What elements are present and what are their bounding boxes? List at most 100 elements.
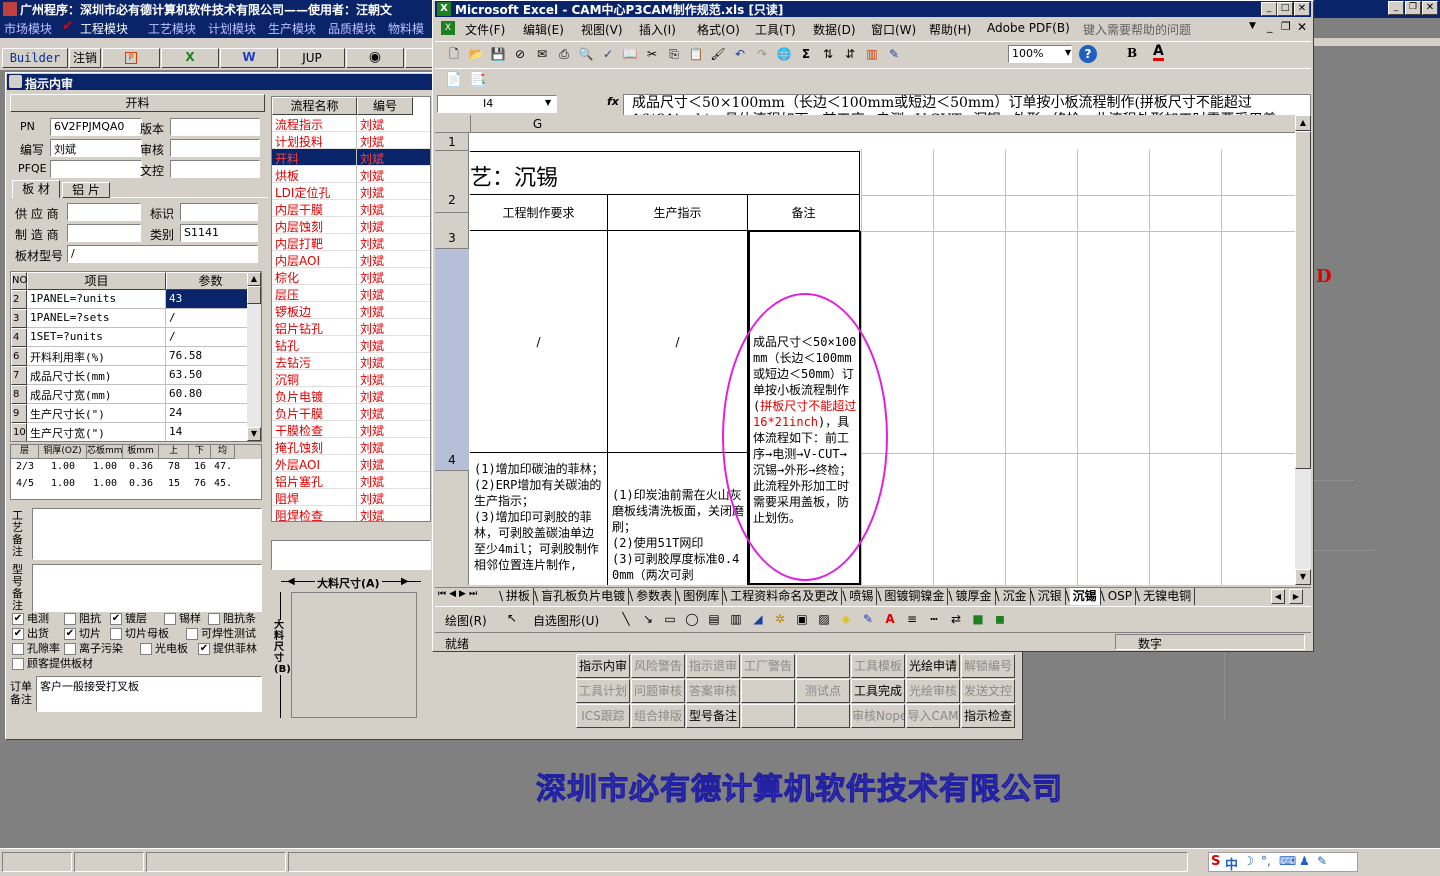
ime-lang[interactable]: 中 (1225, 854, 1238, 873)
sheet-tab[interactable]: 图例库 (680, 588, 724, 605)
params-row-value[interactable]: / (166, 309, 247, 328)
params-row-item[interactable]: 生产尺寸宽(") (27, 423, 166, 441)
action-button[interactable] (796, 654, 850, 678)
flow-row-no[interactable]: 刘斌 (357, 506, 430, 521)
action-button[interactable]: 审核Nope (851, 704, 905, 728)
flow-row-no[interactable]: 刘斌 (357, 268, 430, 285)
supplier-field[interactable] (67, 203, 141, 221)
flow-row-name[interactable]: 流程指示 (272, 115, 357, 132)
row-3-header[interactable]: 3 (435, 213, 469, 249)
checkbox-icon[interactable] (12, 658, 24, 670)
action-button[interactable] (796, 704, 850, 728)
flow-row-name[interactable]: 阻焊 (272, 489, 357, 506)
checkbox-icon[interactable] (186, 628, 198, 640)
flow-row-name[interactable]: 铝片塞孔 (272, 472, 357, 489)
zoom-box[interactable]: 100% (1008, 45, 1072, 63)
spelling-icon[interactable]: ✓ (600, 46, 616, 62)
checkbox-icon[interactable] (164, 613, 176, 625)
sheet-tab[interactable]: 镀厚金 (952, 588, 996, 605)
flow-row-name[interactable]: 负片电镀 (272, 387, 357, 404)
flow-row-name[interactable]: 开料 (272, 149, 357, 166)
excel-menu-item[interactable]: 文件(F) (465, 21, 505, 38)
drawing-font-color-icon[interactable]: A (882, 611, 898, 627)
line-icon[interactable]: ╲ (618, 611, 634, 627)
dash-style-icon[interactable]: ┅ (926, 611, 942, 627)
params-row-value[interactable]: 24 (166, 404, 247, 423)
action-button[interactable]: 问题审核 (631, 679, 685, 703)
flow-row-no[interactable]: 刘斌 (357, 353, 430, 370)
arrow-style-icon[interactable]: ⇄ (948, 611, 964, 627)
flow-row-no[interactable]: 刘斌 (357, 319, 430, 336)
pdf-email-icon[interactable]: 📑 (469, 72, 486, 88)
excel-menu-item[interactable]: Adobe PDF(B) (987, 21, 1070, 35)
rectangle-icon[interactable]: ▭ (662, 611, 678, 627)
builder-button[interactable]: Builder (2, 48, 68, 68)
flow-row-name[interactable]: 干膜检查 (272, 421, 357, 438)
layers-cell[interactable]: 78 (159, 459, 189, 476)
flow-row-name[interactable]: 内层AOI (272, 251, 357, 268)
action-button[interactable]: 解锁编号 (961, 654, 1015, 678)
menu-craft[interactable]: 工艺模块 (148, 20, 196, 37)
action-button[interactable]: 工具完成 (851, 679, 905, 703)
flow-row-no[interactable]: 刘斌 (357, 421, 430, 438)
excel-maximize-icon[interactable]: □ (1277, 2, 1293, 16)
check-option[interactable]: ✔ 提供菲林 (198, 642, 257, 656)
close-icon[interactable]: ✕ (1422, 1, 1438, 15)
params-row-item[interactable]: 1SET=?units (27, 328, 166, 347)
namebox-dropdown-icon[interactable]: ▼ (545, 98, 551, 107)
flow-row-no[interactable]: 刘斌 (357, 387, 430, 404)
flow-row-no[interactable]: 刘斌 (357, 472, 430, 489)
flow-row-no[interactable]: 刘斌 (357, 336, 430, 353)
flow-row-no[interactable]: 刘斌 (357, 234, 430, 251)
flow-row-name[interactable]: LDI定位孔 (272, 183, 357, 200)
excel-doc-icon[interactable]: X (441, 21, 455, 35)
editor-field[interactable]: 刘斌 (50, 139, 142, 157)
excel-close-icon[interactable]: ✕ (1294, 2, 1310, 16)
pdf-icon[interactable]: 📄 (445, 72, 462, 88)
layers-cell[interactable]: 16 (189, 459, 211, 476)
help-dropdown-icon[interactable]: ▼ (1249, 21, 1256, 31)
check-option[interactable]: 孔隙率 (12, 642, 60, 656)
extra-button[interactable] (405, 48, 433, 68)
undo-icon[interactable]: ↶ (732, 46, 748, 62)
version-field[interactable] (170, 118, 260, 136)
wrench-icon[interactable]: ✎ (1317, 854, 1327, 868)
sheet-tab[interactable]: 图镀铜镍金 (881, 588, 949, 605)
flow-row-no[interactable]: 刘斌 (357, 251, 430, 268)
logout-button[interactable]: 注销 (69, 48, 101, 68)
hscroll-left-icon[interactable]: ◀ (1271, 589, 1285, 604)
tab-nav-icons[interactable]: ⏮◀▶⏭ (438, 589, 480, 599)
review-field[interactable] (170, 139, 260, 157)
wordart-icon[interactable]: ◢ (750, 611, 766, 627)
params-row-value[interactable]: 60.80 (166, 385, 247, 404)
flow-row-name[interactable]: 外层AOI (272, 455, 357, 472)
header-prod[interactable]: 生产指示 (608, 195, 748, 231)
email-icon[interactable]: ✉ (534, 46, 550, 62)
excel-menu-item[interactable]: 窗口(W) (871, 21, 916, 38)
flow-row-no[interactable]: 刘斌 (357, 149, 430, 166)
autoshape-menu[interactable]: 自选图形(U) (533, 612, 599, 629)
flow-row-name[interactable]: 计划投料 (272, 132, 357, 149)
flow-row-no[interactable]: 刘斌 (357, 166, 430, 183)
oval-icon[interactable]: ◯ (684, 611, 700, 627)
new-icon[interactable]: 🗋 (446, 46, 462, 62)
chart-icon[interactable]: ▥ (864, 46, 880, 62)
excel-button[interactable]: X (161, 48, 219, 68)
vertical-textbox-icon[interactable]: ▥ (728, 611, 744, 627)
action-button[interactable]: 工具计划 (576, 679, 630, 703)
print-icon[interactable]: ⎙ (556, 46, 572, 62)
tab-board[interactable]: 板 材 (12, 180, 60, 198)
fill-color-icon[interactable]: ◈ (838, 611, 854, 627)
help-box[interactable]: 键入需要帮助的问题 (1083, 21, 1191, 38)
excel-menu-item[interactable]: 工具(T) (755, 21, 796, 38)
checkbox-icon[interactable] (208, 613, 220, 625)
layers-cell[interactable]: 47. (211, 459, 235, 476)
layers-cell[interactable]: 0.36 (123, 476, 159, 493)
restore-icon[interactable]: ❐ (1405, 1, 1421, 15)
col-g-header[interactable]: G (470, 115, 604, 133)
checkbox-icon[interactable]: ✔ (64, 628, 76, 640)
params-row-item[interactable]: 成品尺寸宽(mm) (27, 385, 166, 404)
flow-row-no[interactable]: 刘斌 (357, 115, 430, 132)
params-row-item[interactable]: 成品尺寸长(mm) (27, 366, 166, 385)
action-button[interactable]: 光绘审核 (906, 679, 960, 703)
